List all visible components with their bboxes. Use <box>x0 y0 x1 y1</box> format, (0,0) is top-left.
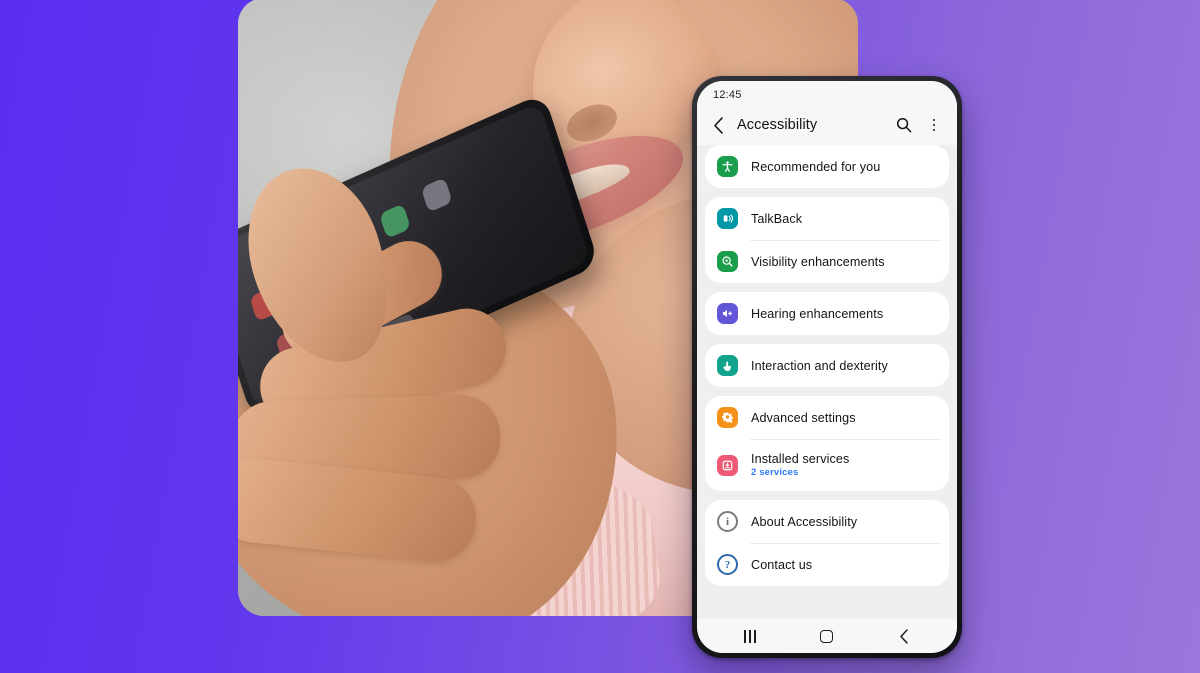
list-item-contact-us[interactable]: ? Contact us <box>705 543 949 586</box>
list-item-text: Installed services 2 services <box>751 452 849 478</box>
list-item-text: Advanced settings <box>751 411 856 425</box>
hearing-volume-icon <box>717 303 738 324</box>
accessibility-settings-list: Recommended for you TalkBack Visibility … <box>697 145 957 619</box>
settings-group: TalkBack Visibility enhancements <box>705 197 949 283</box>
list-item-hearing-enhancements[interactable]: Hearing enhancements <box>705 292 949 335</box>
list-item-advanced-settings[interactable]: Advanced settings <box>705 396 949 439</box>
list-item-about-accessibility[interactable]: i About Accessibility <box>705 500 949 543</box>
settings-group: Advanced settings Installed services 2 s… <box>705 396 949 491</box>
recents-icon[interactable] <box>735 624 765 648</box>
search-icon[interactable] <box>893 114 915 136</box>
list-item-text: Visibility enhancements <box>751 255 885 269</box>
settings-group: i About Accessibility ? Contact us <box>705 500 949 586</box>
info-circle-icon: i <box>717 511 738 532</box>
list-item-label: Visibility enhancements <box>751 254 885 269</box>
list-item-text: Hearing enhancements <box>751 307 883 321</box>
list-item-installed-services[interactable]: Installed services 2 services <box>705 439 949 491</box>
list-item-label: Advanced settings <box>751 410 856 425</box>
list-item-label: Recommended for you <box>751 159 881 174</box>
list-item-text: Interaction and dexterity <box>751 359 888 373</box>
list-item-label: Hearing enhancements <box>751 306 884 321</box>
screenshot-canvas: 12:45 Accessibility Recommended for you … <box>0 0 1200 673</box>
settings-group: Interaction and dexterity <box>705 344 949 387</box>
list-item-text: About Accessibility <box>751 515 857 529</box>
installed-services-icon <box>717 454 738 476</box>
list-item-interaction-and-dexterity[interactable]: Interaction and dexterity <box>705 344 949 387</box>
settings-group: Hearing enhancements <box>705 292 949 335</box>
more-vertical-icon[interactable] <box>923 114 945 136</box>
photo-app-icon <box>379 203 411 239</box>
list-item-label: About Accessibility <box>751 514 858 529</box>
list-item-label: Contact us <box>751 557 813 572</box>
status-bar: 12:45 <box>697 81 957 105</box>
settings-group: Recommended for you <box>705 145 949 188</box>
talkback-speaker-icon <box>717 208 738 229</box>
app-bar: Accessibility <box>697 105 957 145</box>
list-item-recommended-for-you[interactable]: Recommended for you <box>705 145 949 188</box>
list-item-label: TalkBack <box>751 211 803 226</box>
hand-tap-icon <box>717 355 738 376</box>
phone-screen: 12:45 Accessibility Recommended for you … <box>697 81 957 653</box>
list-item-text: Contact us <box>751 558 812 572</box>
list-item-sublabel: 2 services <box>751 467 799 478</box>
list-item-label: Installed services <box>751 452 850 466</box>
list-item-text: TalkBack <box>751 212 802 226</box>
list-item-talkback[interactable]: TalkBack <box>705 197 949 240</box>
page-title: Accessibility <box>737 117 818 133</box>
magnifier-icon <box>717 251 738 272</box>
accessibility-person-icon <box>717 156 738 177</box>
photo-app-icon <box>420 177 453 213</box>
phone-device-frame: 12:45 Accessibility Recommended for you … <box>692 76 962 658</box>
question-circle-icon: ? <box>717 554 738 575</box>
status-bar-clock: 12:45 <box>713 89 742 101</box>
list-item-text: Recommended for you <box>751 160 880 174</box>
gear-plus-icon <box>717 407 738 428</box>
navigation-bar <box>697 619 957 653</box>
home-icon[interactable] <box>812 624 842 648</box>
chevron-left-icon[interactable] <box>707 114 729 136</box>
nav-back-icon[interactable] <box>889 624 919 648</box>
list-item-visibility-enhancements[interactable]: Visibility enhancements <box>705 240 949 283</box>
list-item-label: Interaction and dexterity <box>751 358 888 373</box>
